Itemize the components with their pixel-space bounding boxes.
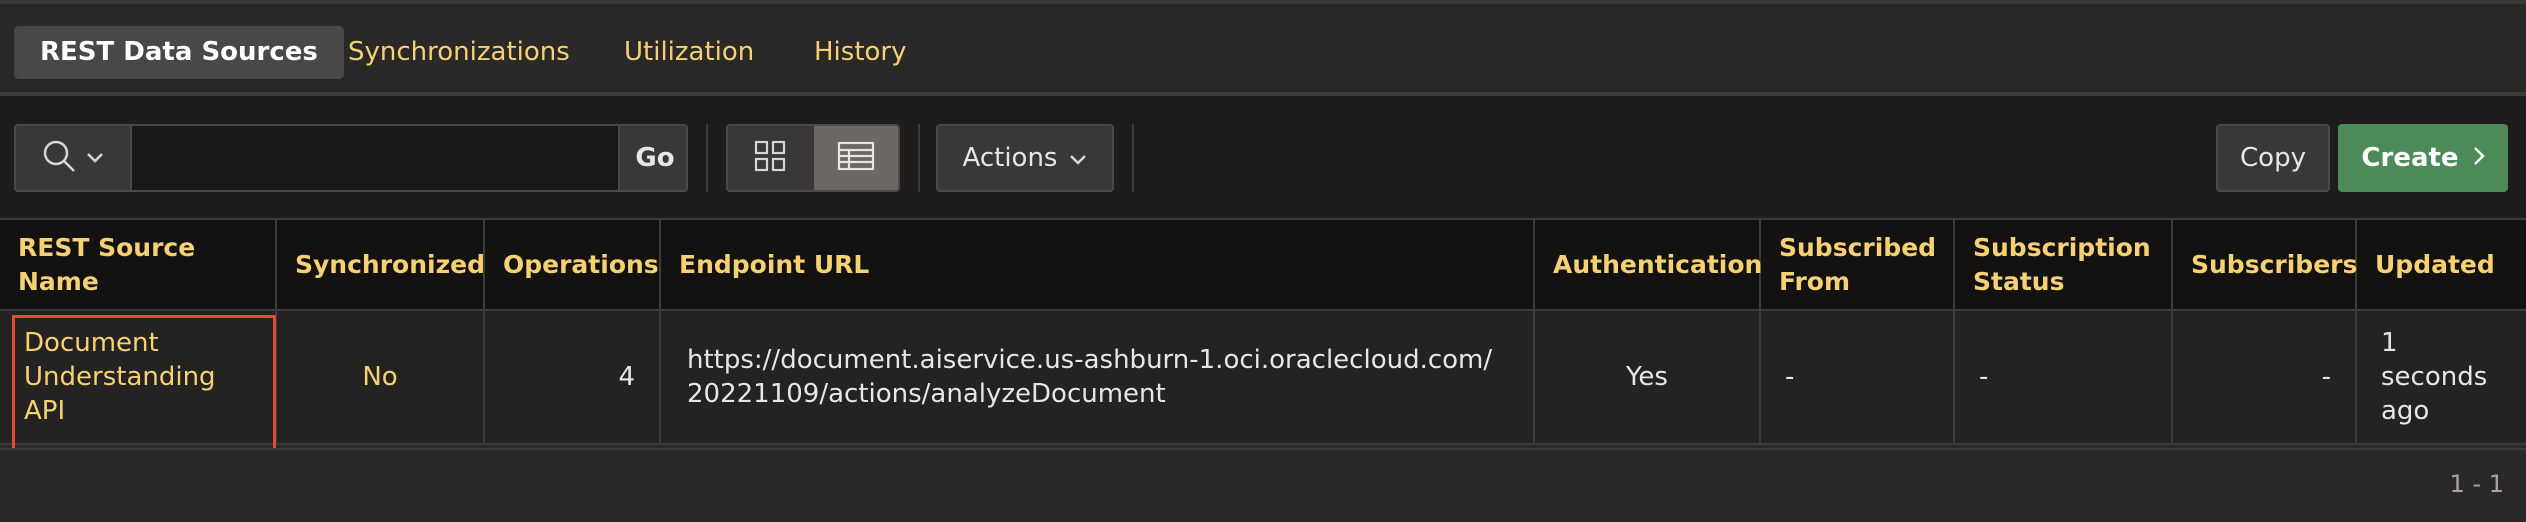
column-header-subscription-status[interactable]: Subscription Status xyxy=(1954,220,2173,311)
column-header-endpoint-url[interactable]: Endpoint URL xyxy=(660,220,1535,311)
search-column-dropdown[interactable] xyxy=(16,126,132,190)
tab-synchronizations[interactable]: Synchronizations xyxy=(322,26,596,79)
subscribers-cell: - xyxy=(2172,310,2357,445)
synchronized-link[interactable]: No xyxy=(362,362,397,392)
rest-source-name-link[interactable]: Document Understanding API xyxy=(24,328,216,426)
create-button[interactable]: Create xyxy=(2338,124,2508,192)
actions-menu-button[interactable]: Actions xyxy=(936,124,1114,192)
subscription-status-cell: - xyxy=(1954,310,2173,445)
chevron-right-icon xyxy=(2473,143,2485,173)
rest-sources-table: REST Source Name Synchronized Operations… xyxy=(0,220,2526,453)
grid-view-button[interactable] xyxy=(728,126,812,190)
chevron-down-icon xyxy=(1069,143,1087,173)
column-header-authentication[interactable]: Authentication xyxy=(1534,220,1762,311)
column-header-subscribers[interactable]: Subscribers xyxy=(2172,220,2357,311)
updated-cell: 1 seconds ago xyxy=(2356,310,2526,445)
column-header-updated[interactable]: Updated xyxy=(2356,220,2526,311)
view-toggle xyxy=(726,124,900,192)
column-header-subscribed-from[interactable]: Subscribed From xyxy=(1760,220,1955,311)
toolbar-separator xyxy=(918,124,920,192)
actions-label: Actions xyxy=(962,143,1058,173)
operations-cell: 4 xyxy=(484,310,661,445)
create-label: Create xyxy=(2361,143,2459,173)
chevron-down-icon xyxy=(86,149,104,168)
column-header-rest-source-name[interactable]: REST Source Name xyxy=(0,220,277,311)
column-header-operations[interactable]: Operations xyxy=(484,220,661,311)
copy-button[interactable]: Copy xyxy=(2216,124,2330,192)
go-button[interactable]: Go xyxy=(618,126,686,190)
table-view-button[interactable] xyxy=(814,126,898,190)
grid-view-icon xyxy=(754,140,786,176)
synchronized-cell: No xyxy=(276,310,485,445)
toolbar-separator xyxy=(1132,124,1134,192)
tab-utilization[interactable]: Utilization xyxy=(598,26,780,79)
authentication-cell: Yes xyxy=(1534,310,1761,445)
table-row: Document Understanding API No 4 https://… xyxy=(0,310,2526,453)
subscribed-from-cell: - xyxy=(1760,310,1955,445)
endpoint-url-cell: https://document.aiservice.us-ashburn-1.… xyxy=(660,310,1535,445)
rest-source-name-cell: Document Understanding API xyxy=(0,310,277,453)
table-view-icon xyxy=(837,141,875,175)
column-header-synchronized[interactable]: Synchronized xyxy=(276,220,485,311)
search-icon xyxy=(42,139,76,177)
tab-rest-data-sources[interactable]: REST Data Sources xyxy=(14,26,344,79)
pagination-text: 1 - 1 xyxy=(2449,470,2504,498)
tab-bar: REST Data Sources Synchronizations Utili… xyxy=(0,0,2526,96)
table-header-row: REST Source Name Synchronized Operations… xyxy=(0,220,2526,311)
search-input[interactable] xyxy=(132,126,618,190)
tab-history[interactable]: History xyxy=(788,26,933,79)
toolbar-separator xyxy=(706,124,708,192)
search-bar: Go xyxy=(14,124,688,192)
report-footer: 1 - 1 xyxy=(0,448,2526,522)
toolbar: Go Actions Copy Create xyxy=(0,96,2526,220)
